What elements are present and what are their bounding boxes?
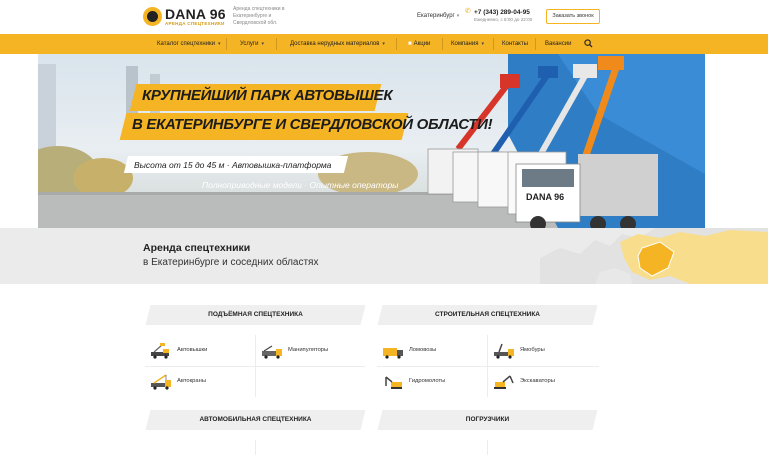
category-item-drill-trucks[interactable]: Ямобуры	[493, 337, 593, 367]
category-title[interactable]: ПОГРУЗЧИКИ	[380, 410, 595, 430]
nav-divider	[226, 38, 227, 50]
chevron-down-icon: ▾	[218, 41, 221, 47]
category-item-label: Гидромолоты	[409, 378, 446, 384]
chevron-down-icon: ▾	[261, 41, 264, 47]
nav-divider	[442, 38, 443, 50]
truck-brand-text: DANA 96	[526, 192, 564, 202]
header-tagline: Аренда спецтехники в Екатеринбурге и Све…	[233, 6, 285, 26]
region-title: Аренда спецтехники	[143, 242, 251, 254]
nav-divider	[493, 38, 494, 50]
search-icon[interactable]	[584, 39, 593, 48]
nav-item-company[interactable]: Компания ▾	[451, 34, 484, 54]
chevron-down-icon: ▾	[481, 41, 484, 47]
main-nav: Каталог спецтехники ▾ Услуги ▾ Доставка не…	[0, 34, 768, 54]
scrap-truck-icon	[383, 348, 403, 359]
nav-item-label: Компания	[451, 41, 479, 47]
category-item-label: Автокраны	[177, 378, 206, 384]
nav-item-promotions[interactable]: ■ Акции	[408, 34, 430, 54]
nav-item-label: Акции	[413, 41, 431, 47]
category-item-excavators[interactable]: Экскаваторы	[493, 368, 593, 398]
nav-item-contacts[interactable]: Контакты	[502, 34, 528, 54]
logo-subtitle: АРЕНДА СПЕЦТЕХНИКИ	[165, 21, 225, 26]
excavator-icon	[494, 375, 514, 389]
phone-number[interactable]: +7 (343) 289-04-95	[474, 9, 530, 16]
category-item-truck-cranes[interactable]: Автокраны	[150, 368, 250, 398]
category-title[interactable]: АВТОМОБИЛЬНАЯ СПЕЦТЕХНИКА	[148, 410, 363, 430]
drill-truck-icon	[494, 343, 514, 359]
hero-title-line1: КРУПНЕЙШИЙ ПАРК АВТОВЫШЕК	[142, 87, 393, 104]
nav-item-label: Услуги	[240, 41, 259, 47]
region-map-image	[540, 228, 768, 284]
nav-item-services[interactable]: Услуги ▾	[240, 34, 264, 54]
category-item-label: Экскаваторы	[520, 378, 555, 384]
category-item-scrap-trucks[interactable]: Ломовозы	[382, 337, 482, 367]
hydraulic-hammer-icon	[385, 376, 402, 389]
nav-item-label: Каталог спецтехники	[157, 41, 216, 47]
category-item-label: Манипуляторы	[288, 347, 329, 353]
city-selector[interactable]: Екатеринбург ▾	[417, 13, 459, 19]
category-item-aerial-lifts[interactable]: Автовышки	[150, 337, 250, 367]
region-subtitle: в Екатеринбурге и соседних областях	[143, 257, 319, 268]
region-section: Аренда спецтехники в Екатеринбурге и сос…	[0, 228, 768, 284]
site-header: DANA 96 АРЕНДА СПЕЦТЕХНИКИ Аренда спецте…	[0, 0, 768, 34]
chevron-down-icon: ▾	[382, 41, 385, 47]
category-item-label: Автовышки	[177, 347, 208, 353]
city-label: Екатеринбург	[417, 13, 455, 19]
nav-item-catalog[interactable]: Каталог спецтехники ▾	[157, 34, 221, 54]
nav-item-label: Вакансии	[545, 41, 572, 47]
chevron-down-icon: ▾	[456, 13, 460, 19]
nav-item-delivery[interactable]: Доставка нерудных материалов ▾	[290, 34, 385, 54]
logo-mark-icon	[143, 7, 162, 26]
category-item-label: Ломовозы	[409, 347, 437, 353]
nav-item-label: Доставка нерудных материалов	[290, 41, 380, 47]
category-title[interactable]: СТРОИТЕЛЬНАЯ СПЕЦТЕХНИКА	[380, 305, 595, 325]
callback-button[interactable]: Заказать звонок	[546, 9, 600, 24]
logo[interactable]: DANA 96 АРЕНДА СПЕЦТЕХНИКИ	[143, 6, 226, 29]
category-item-label: Ямобуры	[520, 347, 545, 353]
nav-item-label: Контакты	[502, 41, 528, 47]
nav-divider	[535, 38, 536, 50]
phone-icon: ✆	[465, 8, 471, 15]
hero-title-line2: В ЕКАТЕРИНБУРГЕ И СВЕРДЛОВСКОЙ ОБЛАСТИ!	[132, 116, 493, 133]
logo-text: DANA 96	[165, 6, 226, 22]
category-item-manipulators[interactable]: Манипуляторы	[261, 337, 361, 367]
nav-item-vacancies[interactable]: Вакансии	[545, 34, 571, 54]
nav-divider	[276, 38, 277, 50]
grid-divider	[487, 440, 488, 455]
working-hours: Ежедневно, с 8:00 до 22:00	[474, 17, 533, 22]
category-item-hydraulic-hammers[interactable]: Гидромолоты	[382, 368, 482, 398]
grid-divider	[255, 440, 256, 455]
hero-subtitle-line1: Высота от 15 до 45 м · Автовышка-платфор…	[134, 160, 332, 170]
manipulator-icon	[262, 345, 282, 359]
hero-background-image: DANA 96	[38, 54, 705, 228]
hero-subtitle-line2: Полноприводные модели · Опытные оператор…	[202, 180, 399, 190]
nav-divider	[396, 38, 397, 50]
hero-banner[interactable]: DANA 96 КРУПНЕЙШИЙ ПАРК АВТОВЫШЕК В ЕКАТ…	[38, 54, 705, 228]
gift-icon: ■	[408, 41, 412, 47]
aerial-lift-icon	[151, 343, 169, 359]
truck-crane-icon	[151, 374, 171, 390]
category-title[interactable]: ПОДЪЁМНАЯ СПЕЦТЕХНИКА	[148, 305, 363, 325]
